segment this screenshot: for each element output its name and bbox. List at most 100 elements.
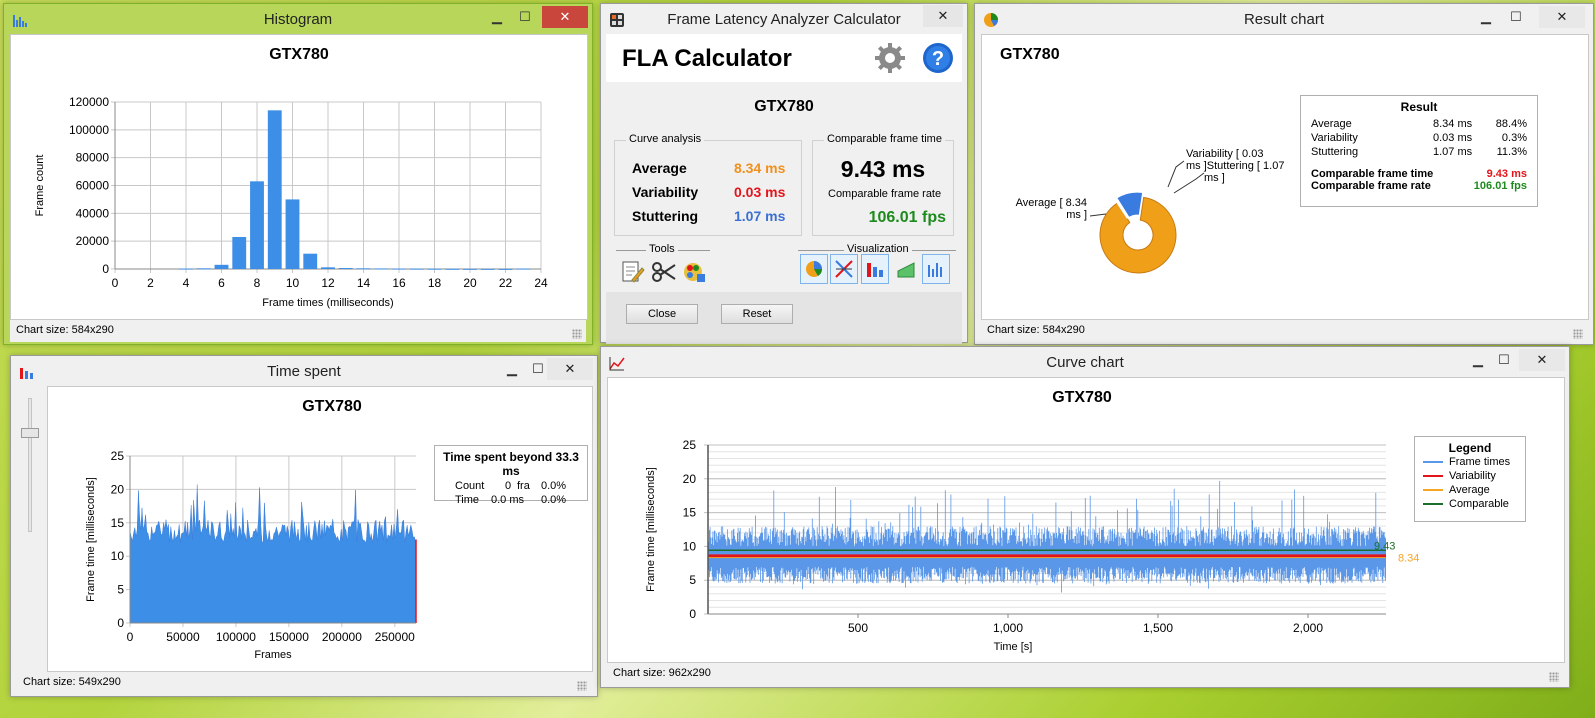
minimize-button[interactable]: ▁ — [1465, 349, 1491, 371]
y-tick-label: 15 — [683, 506, 697, 520]
status-bar: Chart size: 962x290 — [607, 663, 1563, 685]
time-spent-titlebar[interactable]: Time spent ▁ ☐ ✕ — [11, 356, 597, 386]
resize-grip[interactable] — [1549, 672, 1559, 682]
edit-notes-icon[interactable] — [618, 258, 646, 286]
calculator-window[interactable]: Frame Latency Analyzer Calculator ✕ FLA … — [600, 3, 968, 344]
y-tick-label: 0 — [689, 607, 696, 621]
chart-title: GTX780 — [269, 46, 329, 63]
viz-histogram-button[interactable] — [922, 254, 950, 284]
minimize-button[interactable]: ▁ — [1473, 6, 1499, 28]
curve-chart-area: GTX780 0 5 10 15 20 25 500 1,000 1,500 2,000 9.43 8.… — [607, 377, 1565, 663]
maximize-button[interactable]: ☐ — [512, 6, 538, 28]
histogram-titlebar[interactable]: Histogram ▁ ☐ ✕ — [4, 4, 592, 34]
close-button[interactable]: ✕ — [547, 358, 593, 380]
viz-area-button[interactable] — [892, 254, 920, 284]
x-tick-label: 50000 — [166, 630, 200, 644]
palette-icon[interactable] — [680, 258, 708, 286]
maximize-button[interactable]: ☐ — [1491, 349, 1517, 371]
result-row-pct: 11.3% — [1496, 146, 1527, 158]
time-pct: 0.0% — [541, 494, 567, 506]
viz-curve-chart-button[interactable] — [830, 254, 858, 284]
chart-title: GTX780 — [302, 398, 362, 415]
x-tick-label: 18 — [428, 276, 442, 290]
x-axis-label: Frames — [254, 649, 292, 661]
chart-size-label: Chart size: 962x290 — [613, 667, 711, 679]
viz-time-spent-button[interactable] — [861, 254, 889, 284]
status-bar: Chart size: 584x290 — [981, 320, 1587, 342]
histogram-bar — [374, 268, 389, 270]
x-tick-label: 2 — [147, 276, 154, 290]
slider-track — [28, 398, 32, 532]
histogram-window[interactable]: Histogram ▁ ☐ ✕ GTX780 0 2 4 6 8 10 12 14 16 18 20 2… — [3, 3, 593, 345]
x-tick-label: 0 — [127, 630, 134, 644]
result-row: Stuttering 1.07 ms 11.3% — [1311, 146, 1527, 160]
x-tick-label: 200000 — [322, 630, 362, 644]
time-spent-window[interactable]: Time spent ▁ ☐ ✕ GTX780 0 5 10 15 20 25 0 50000 1… — [10, 355, 598, 697]
result-titlebar[interactable]: Result chart ▁ ☐ ✕ — [975, 4, 1593, 34]
x-tick-label: 1,500 — [1143, 621, 1173, 635]
close-button[interactable]: ✕ — [923, 5, 963, 27]
comparable-time-value: 9.43 ms — [840, 156, 926, 182]
variability-value: 0.03 ms — [734, 184, 786, 200]
result-panel: Result Average 8.34 ms 88.4% Variability 0.0… — [1300, 95, 1538, 207]
scissors-icon[interactable] — [650, 258, 678, 286]
histogram-bar — [463, 268, 477, 270]
result-comparable-rate-value: 106.01 fps — [1473, 180, 1527, 192]
maximize-button[interactable]: ☐ — [1503, 6, 1529, 28]
y-axis-label: Frame time [milliseconds] — [85, 477, 97, 602]
chart-size-label: Chart size: 584x290 — [16, 324, 114, 336]
curve-chart-window[interactable]: Curve chart ▁ ☐ ✕ GTX780 0 5 10 15 20 25 500 1,0… — [600, 346, 1570, 688]
y-tick-label: 5 — [117, 583, 124, 597]
histogram-bar — [285, 199, 300, 269]
reset-button[interactable]: Reset — [721, 304, 793, 324]
x-tick-label: 14 — [357, 276, 371, 290]
legend-rows: Frame times Variability Average Comparable — [1423, 455, 1517, 511]
slice-leader-line — [1167, 160, 1185, 188]
result-pie-chart: Average [ 8.34ms ]Variability [ 0.03ms ]… — [1016, 148, 1284, 274]
x-tick-label: 24 — [534, 276, 548, 290]
y-tick-label: 25 — [683, 438, 697, 452]
result-row-pct: 0.3% — [1501, 132, 1527, 144]
x-tick-label: 8 — [254, 276, 261, 290]
y-tick-label: 5 — [689, 573, 696, 587]
slice-label: ms ]Stuttering [ 1.07 — [1186, 160, 1284, 172]
curve-titlebar[interactable]: Curve chart ▁ ☐ ✕ — [601, 347, 1569, 377]
close-button[interactable]: ✕ — [1519, 349, 1565, 371]
close-calculator-button[interactable]: Close — [626, 304, 698, 324]
calculator-titlebar[interactable]: Frame Latency Analyzer Calculator ✕ — [601, 4, 967, 34]
comparable-rate-label: Comparable frame rate — [828, 188, 942, 200]
close-button[interactable]: ✕ — [542, 6, 588, 28]
help-icon[interactable]: ? — [922, 42, 954, 74]
result-row-label: Stuttering — [1311, 146, 1359, 158]
slider-thumb[interactable] — [21, 428, 39, 438]
resize-grip[interactable] — [572, 329, 582, 339]
result-comparable-time-value: 9.43 ms — [1486, 168, 1527, 180]
y-axis-label: Frame count — [34, 155, 46, 217]
result-row-label: Variability — [1311, 132, 1358, 144]
slice-label: Variability [ 0.03 — [1186, 148, 1263, 160]
x-tick-label: 1,000 — [993, 621, 1023, 635]
curve-analysis-label: Curve analysis — [626, 133, 705, 145]
resize-grip[interactable] — [1573, 329, 1583, 339]
time-spent-chart-area: GTX780 0 5 10 15 20 25 0 50000 100000 150000 200000… — [47, 386, 593, 672]
histogram-bar — [427, 268, 442, 270]
histogram-chart-area: GTX780 0 2 4 6 8 10 12 14 16 18 20 22 24 0 20000 40000 60… — [10, 34, 588, 320]
minimize-button[interactable]: ▁ — [499, 358, 525, 380]
count-label: Count — [455, 480, 485, 492]
tools-label: Tools — [646, 243, 678, 255]
curve-chart-icon — [835, 260, 853, 278]
viz-result-chart-button[interactable] — [800, 254, 828, 284]
minimize-button[interactable]: ▁ — [484, 6, 510, 28]
gear-icon[interactable] — [874, 42, 906, 74]
pie-chart-icon — [806, 261, 823, 277]
count-value: 0 — [505, 480, 512, 492]
result-chart-window[interactable]: Result chart ▁ ☐ ✕ GTX780 Average [ 8.34… — [974, 3, 1594, 345]
resize-grip[interactable] — [577, 681, 587, 691]
x-tick-label: 0 — [112, 276, 119, 290]
y-tick-label: 60000 — [76, 179, 110, 193]
y-tick-label: 0 — [102, 262, 109, 276]
threshold-slider[interactable] — [19, 398, 41, 532]
slice-leader-line — [1089, 213, 1107, 217]
window-title: Result chart — [1243, 11, 1325, 28]
close-button[interactable]: ✕ — [1539, 6, 1585, 28]
